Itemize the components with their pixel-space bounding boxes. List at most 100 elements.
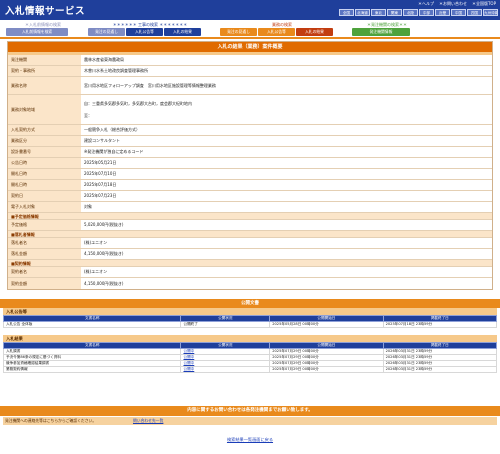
contact-list-link[interactable]: 問い合わせ先一覧	[133, 418, 163, 424]
detail-value: 建設コンサルタント	[81, 136, 492, 146]
detail-value: 対象	[81, 202, 492, 212]
case-summary-title: 入札の結果（業務）案件概要	[8, 42, 492, 52]
document-end: 2025年07月18日 23時59分	[382, 321, 498, 328]
nav-divider	[0, 37, 500, 39]
detail-value: 自：三重県多気郡多気町，多気郡大台町，度会郡大紀町地内 至：	[81, 95, 492, 124]
detail-row: 開札日時 2025年07月10日	[8, 169, 492, 180]
detail-label: 落札者名	[8, 238, 81, 248]
notice-documents: 入札公告等 文書名称 公開状況 公開開始日 掲載終了日 入札公告 全体版 公開終…	[2, 308, 498, 328]
nav-group-title: 業務の検索	[272, 22, 292, 27]
inquiry-title: 内容に関するお問い合わせは各発注機関までお願い致します。	[0, 406, 500, 416]
result-documents-table: 文書名称 公開状況 公開開始日 掲載終了日 入札調書 公開中 2025年07月2…	[2, 342, 498, 373]
detail-label: 開札日時	[8, 169, 81, 179]
document-start: 2025年05月28日 00時00分	[269, 321, 384, 328]
detail-value: (株)ユニオン	[81, 267, 492, 277]
detail-row: 予定価格 5,020,000円(税抜き)	[8, 220, 492, 231]
detail-label: 公告日時	[8, 158, 81, 168]
region-tab-chubu[interactable]: 中部	[419, 9, 434, 16]
notice-documents-table: 文書名称 公開状況 公開開始日 掲載終了日 入札公告 全体版 公開終了 2025…	[2, 315, 498, 328]
detail-label: 契約金額	[8, 278, 81, 289]
construction-notice-button[interactable]: 入札公告等	[126, 28, 163, 36]
region-tab-kyushu[interactable]: 九州沖縄	[483, 9, 498, 16]
detail-label: 入札契約方式	[8, 125, 81, 135]
detail-value: 2025年07月23日	[81, 191, 492, 201]
detail-label: 契約者名	[8, 267, 81, 277]
region-tab-kinki[interactable]: 近畿	[435, 9, 450, 16]
nav-group-title: ＊入札前情報の検索	[25, 22, 61, 27]
site-title: 入札情報サービス	[5, 6, 86, 17]
inquiry-row: 発注機関への連絡先等はこちらからご確認ください。 問い合わせ先一覧	[3, 417, 497, 425]
area-from: 自：三重県多気郡多気町，多気郡大台町，度会郡大紀町地内	[84, 100, 192, 106]
detail-label: 落札金額	[8, 249, 81, 259]
region-tab-hokuriku[interactable]: 北陸	[403, 9, 418, 16]
detail-label: 開札日時	[8, 180, 81, 190]
region-tabs: 全国 北海道 東北 関東 北陸 中部 近畿 中国 四国 九州沖縄	[339, 9, 498, 16]
detail-row: 落札者名 (株)ユニオン	[8, 238, 492, 249]
detail-value: 木曽川水系土地改良調査管理事務所	[81, 66, 492, 76]
area-to: 至：	[84, 112, 92, 118]
detail-row: 落札金額 4,150,000円(税抜き)	[8, 249, 492, 260]
detail-row: 電子入札対象 対象	[8, 202, 492, 213]
detail-label: 設計書番号	[8, 147, 81, 157]
contact-link[interactable]: ＊お問い合わせ	[439, 1, 467, 7]
national-top-link[interactable]: ＊全国版TOP	[472, 1, 496, 7]
detail-label: 業務区分	[8, 136, 81, 146]
document-name: 業務契約情報	[2, 366, 182, 373]
detail-label: 契約・事務所	[8, 66, 81, 76]
region-tab-tohoku[interactable]: 東北	[371, 9, 386, 16]
document-status-link[interactable]: 公開中	[180, 366, 271, 373]
result-documents-heading: 入札結果	[3, 335, 497, 342]
nav-group-title: ＊発注機関の検索＊＊	[367, 22, 407, 27]
notice-documents-heading: 入札公告等	[3, 308, 497, 315]
detail-value: 2025年07月18日	[81, 180, 492, 190]
document-start: 2025年07月29日 00時00分	[269, 366, 384, 373]
region-tab-shikoku[interactable]: 四国	[467, 9, 482, 16]
service-notice-button[interactable]: 入札公告等	[258, 28, 295, 36]
help-links: ＊ヘルプ ＊お問い合わせ ＊全国版TOP	[418, 1, 496, 7]
detail-value: 2025年05月21日	[81, 158, 492, 168]
budget-section-heading: ■予定価格情報	[8, 213, 492, 220]
detail-label: 契約日	[8, 191, 81, 201]
detail-row: 契約日 2025年07月23日	[8, 191, 492, 202]
detail-row: 開札日時 2025年07月18日	[8, 180, 492, 191]
detail-value: 2025年07月10日	[81, 169, 492, 179]
detail-value: ※発注機関が独自に定めるコード	[81, 147, 492, 157]
region-tab-zenkoku[interactable]: 全国	[339, 9, 354, 16]
help-link[interactable]: ＊ヘルプ	[418, 1, 434, 7]
published-documents-title: 公開文書	[0, 299, 500, 308]
region-tab-hokkaido[interactable]: 北海道	[355, 9, 370, 16]
detail-value: (株)ユニオン	[81, 238, 492, 248]
result-documents: 入札結果 文書名称 公開状況 公開開始日 掲載終了日 入札調書 公開中 2025…	[2, 335, 498, 373]
detail-label: 電子入札対象	[8, 202, 81, 212]
service-result-button[interactable]: 入札の結果	[296, 28, 333, 36]
detail-label: 発注機関	[8, 55, 81, 65]
detail-value: 農林水産省東海農政局	[81, 55, 492, 65]
agency-info-button[interactable]: 発注機関情報	[352, 28, 410, 36]
construction-result-button[interactable]: 入札の結果	[164, 28, 201, 36]
document-name: 入札公告 全体版	[2, 321, 182, 328]
contract-section-heading: ■契約情報	[8, 260, 492, 267]
region-tab-kanto[interactable]: 関東	[387, 9, 402, 16]
detail-value: 4,150,000円(税抜き)	[81, 278, 492, 289]
return-to-results-link[interactable]: 検索結果一覧画面に戻る	[0, 437, 500, 443]
published-documents: 公開文書 入札公告等 文書名称 公開状況 公開開始日 掲載終了日 入札公告 全体…	[0, 299, 500, 373]
document-status: 公開終了	[180, 321, 271, 328]
detail-row: 契約者名 (株)ユニオン	[8, 267, 492, 278]
service-forecast-button[interactable]: 発注の見通し	[220, 28, 257, 36]
detail-row: 入札契約方式 一般競争入札（総合評価方式）	[8, 125, 492, 136]
table-row: 業務契約情報 公開中 2025年07月29日 00時00分 2026年03月31…	[2, 366, 498, 373]
region-tab-chugoku[interactable]: 中国	[451, 9, 466, 16]
detail-value: 宮川用水地区フォローアップ調査 宮川用水地区施設管理等情報整理業務	[81, 77, 492, 94]
pre-bid-search-button[interactable]: 入札前情報を検索	[6, 28, 68, 36]
detail-label: 予定価格	[8, 220, 81, 230]
inquiry-label: 発注機関への連絡先等はこちらからご確認ください。	[5, 418, 97, 423]
detail-row: 業務名称 宮川用水地区フォローアップ調査 宮川用水地区施設管理等情報整理業務	[8, 77, 492, 95]
search-nav: ＊入札前情報の検索 入札前情報を検索 ＊＊＊＊＊＊ 工事の検索 ＊＊＊＊＊＊＊ …	[0, 20, 500, 40]
detail-row: 業務区分 建設コンサルタント	[8, 136, 492, 147]
detail-row: 発注機関 農林水産省東海農政局	[8, 55, 492, 66]
case-summary-panel: 入札の結果（業務）案件概要 発注機関 農林水産省東海農政局 契約・事務所 木曽川…	[7, 41, 493, 290]
detail-value: 一般競争入札（総合評価方式）	[81, 125, 492, 135]
detail-row: 設計書番号 ※発注機関が独自に定めるコード	[8, 147, 492, 158]
construction-forecast-button[interactable]: 発注の見通し	[88, 28, 125, 36]
detail-value: 5,020,000円(税抜き)	[81, 220, 492, 230]
